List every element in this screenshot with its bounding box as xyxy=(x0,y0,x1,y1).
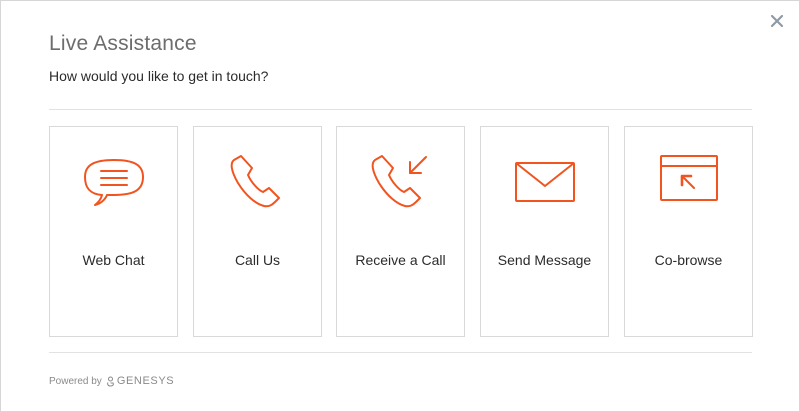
co-browse-label: Co-browse xyxy=(654,252,723,268)
cobrowse-icon xyxy=(656,153,722,209)
close-button[interactable] xyxy=(767,11,787,31)
chat-bubble-icon xyxy=(81,153,147,209)
receive-a-call-label: Receive a Call xyxy=(355,252,446,268)
co-browse-option[interactable]: Co-browse xyxy=(624,126,753,337)
top-divider xyxy=(49,109,752,110)
live-assistance-dialog: Live Assistance How would you like to ge… xyxy=(0,0,800,412)
phone-icon xyxy=(225,153,291,209)
genesys-brand[interactable]: GENESYS xyxy=(106,375,174,387)
send-message-label: Send Message xyxy=(497,252,592,268)
receive-a-call-option[interactable]: Receive a Call xyxy=(336,126,465,337)
powered-by-text: Powered by xyxy=(49,375,102,387)
web-chat-label: Web Chat xyxy=(82,252,145,268)
incoming-call-icon xyxy=(368,153,434,209)
genesys-logo-icon xyxy=(106,376,114,387)
send-message-option[interactable]: Send Message xyxy=(480,126,609,337)
call-us-label: Call Us xyxy=(234,252,281,268)
web-chat-option[interactable]: Web Chat xyxy=(49,126,178,337)
envelope-icon xyxy=(512,153,578,209)
dialog-subtitle: How would you like to get in touch? xyxy=(49,68,269,84)
contact-options: Web Chat Call Us Receive a Call Send Mes… xyxy=(49,126,753,337)
close-icon xyxy=(770,14,784,28)
call-us-option[interactable]: Call Us xyxy=(193,126,322,337)
genesys-brand-text: GENESYS xyxy=(116,375,175,387)
dialog-title: Live Assistance xyxy=(49,32,197,55)
footer: Powered by GENESYS xyxy=(49,375,174,387)
bottom-divider xyxy=(49,352,752,353)
